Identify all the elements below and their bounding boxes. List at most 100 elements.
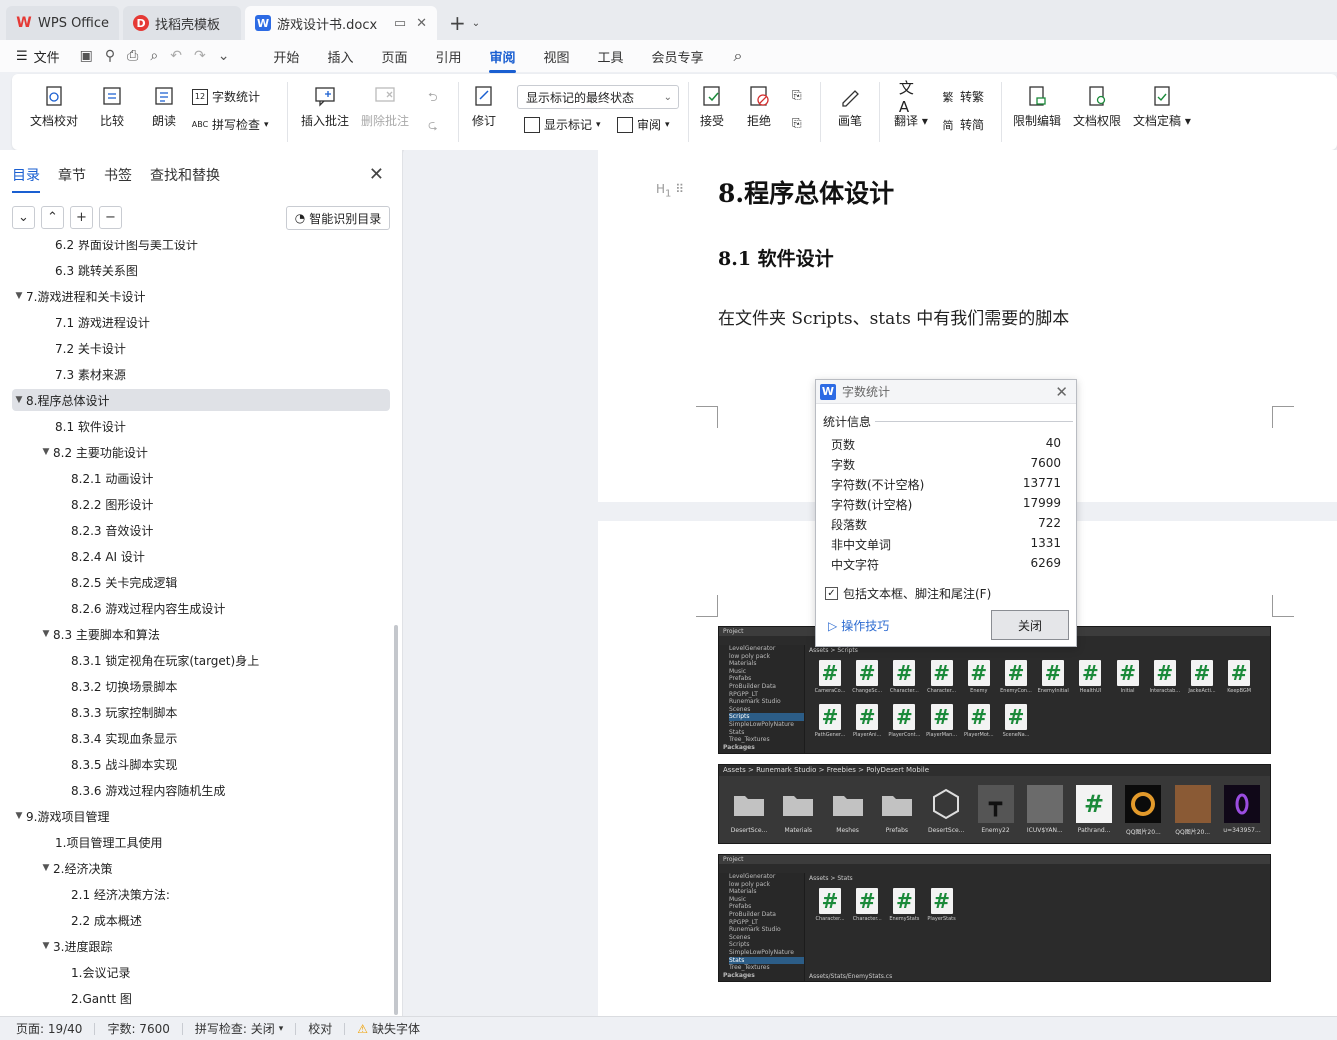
undo-icon[interactable]: ↶ xyxy=(170,48,182,64)
toc-item[interactable]: 8.3.5 战斗脚本实现 xyxy=(12,753,390,775)
menu-page[interactable]: 页面 xyxy=(381,47,407,66)
collapse-up-icon[interactable]: ⌃ xyxy=(41,206,64,229)
toc-item[interactable]: 8.2.4 AI 设计 xyxy=(12,545,390,567)
menu-member[interactable]: 会员专享 xyxy=(652,47,704,66)
read-aloud-button[interactable]: 朗读 xyxy=(152,84,176,129)
revise-button[interactable]: 修订 xyxy=(472,84,496,129)
new-tab-button[interactable]: + ⌄ xyxy=(441,6,488,40)
expand-arrow-icon[interactable]: ▼ xyxy=(39,863,53,873)
close-icon[interactable]: ✕ xyxy=(1055,383,1068,401)
menu-tools[interactable]: 工具 xyxy=(598,47,624,66)
toc-item[interactable]: ▼ 2.经济决策 xyxy=(12,857,390,879)
restrict-edit-button[interactable]: 限制编辑 xyxy=(1013,84,1061,129)
preview-icon[interactable]: ⌕ xyxy=(150,48,158,64)
more-icon[interactable]: ⌄ xyxy=(218,48,230,64)
expand-down-icon[interactable]: ⌄ xyxy=(12,206,35,229)
tips-link[interactable]: ▷ 操作技巧 xyxy=(828,617,889,634)
toc-item[interactable]: 7.1 游戏进程设计 xyxy=(12,311,390,333)
doc-check-button[interactable]: 文档校对 xyxy=(30,84,78,129)
menu-review[interactable]: 审阅 xyxy=(489,47,516,73)
toc-item[interactable]: 8.2.1 动画设计 xyxy=(12,467,390,489)
expand-arrow-icon[interactable]: ▼ xyxy=(39,629,53,639)
pen-button[interactable]: 画笔 xyxy=(838,84,862,129)
file-menu[interactable]: ☰ 文件 xyxy=(16,47,60,66)
toc-item[interactable]: 8.3.1 锁定视角在玩家(target)身上 xyxy=(12,649,390,671)
toc-item[interactable]: ▼ 8.程序总体设计 xyxy=(12,389,390,411)
close-tab-icon[interactable]: ✕ xyxy=(416,16,427,31)
toc-item[interactable]: 8.3.6 游戏过程内容随机生成 xyxy=(12,779,390,801)
prev-comment-icon[interactable]: ⮌ xyxy=(428,88,438,109)
expand-arrow-icon[interactable]: ▼ xyxy=(39,941,53,951)
menu-insert[interactable]: 插入 xyxy=(327,47,353,66)
search-icon[interactable]: ⌕ xyxy=(734,46,743,66)
prev-change-icon[interactable]: ⎘ xyxy=(792,88,802,103)
toc-item[interactable]: ▼ 3.进度跟踪 xyxy=(12,935,390,957)
toc-item[interactable]: 8.3.4 实现血条显示 xyxy=(12,727,390,749)
toc-item[interactable]: 8.3.2 切换场景脚本 xyxy=(12,675,390,697)
word-count-button[interactable]: 12 字数统计 xyxy=(192,88,260,105)
expand-arrow-icon[interactable]: ▼ xyxy=(12,811,26,821)
reject-button[interactable]: 拒绝 xyxy=(747,84,771,129)
toc-item[interactable]: ▼ 7.游戏进程和关卡设计 xyxy=(12,285,390,307)
nav-tab-toc[interactable]: 目录 xyxy=(12,165,40,193)
remove-icon[interactable]: − xyxy=(99,206,122,229)
toc-item[interactable]: 6.2 界面设计图与美工设计 xyxy=(12,240,390,255)
smart-toc-button[interactable]: ◔ 智能识别目录 xyxy=(286,206,390,230)
next-change-icon[interactable]: ⎘ xyxy=(792,116,802,131)
spell-check-button[interactable]: ABC 拼写检查 ▾ xyxy=(192,116,269,133)
include-textbox-checkbox[interactable]: ✓ 包括文本框、脚注和尾注(F) xyxy=(825,585,991,602)
toc-item[interactable]: 1.项目管理工具使用 xyxy=(12,831,390,853)
accept-button[interactable]: 接受 xyxy=(700,84,724,129)
toc-item[interactable]: 8.2.5 关卡完成逻辑 xyxy=(12,571,390,593)
next-comment-icon[interactable]: ⮎ xyxy=(428,116,438,137)
toc-item[interactable]: 8.3.3 玩家控制脚本 xyxy=(12,701,390,723)
to-simplified-button[interactable]: 简 转简 xyxy=(940,116,985,133)
review-pane-button[interactable]: 审阅 ▾ xyxy=(617,116,670,133)
toc-item[interactable]: 6.3 跳转关系图 xyxy=(12,259,390,281)
toc-item[interactable]: 8.2.6 游戏过程内容生成设计 xyxy=(12,597,390,619)
compare-button[interactable]: 比较 xyxy=(100,84,124,129)
redo-icon[interactable]: ↷ xyxy=(194,48,206,64)
close-icon[interactable]: ✕ xyxy=(369,164,384,185)
toc-item[interactable]: 7.2 关卡设计 xyxy=(12,337,390,359)
scrollbar[interactable] xyxy=(394,625,398,1015)
menu-view[interactable]: 视图 xyxy=(544,47,570,66)
expand-arrow-icon[interactable]: ▼ xyxy=(39,447,53,457)
missing-font-indicator[interactable]: ⚠ 缺失字体 xyxy=(357,1020,420,1037)
doc-permission-button[interactable]: 文档权限 xyxy=(1073,84,1121,129)
toc-item[interactable]: ▼ 8.2 主要功能设计 xyxy=(12,441,390,463)
expand-arrow-icon[interactable]: ▼ xyxy=(12,395,26,405)
toc-item[interactable]: 2.2 成本概述 xyxy=(12,909,390,931)
toc-item[interactable]: ▼ 9.游戏项目管理 xyxy=(12,805,390,827)
toc-item[interactable]: 1.会议记录 xyxy=(12,961,390,983)
toc-item[interactable]: 8.1 软件设计 xyxy=(12,415,390,437)
nav-tab-find-replace[interactable]: 查找和替换 xyxy=(150,165,220,185)
expand-arrow-icon[interactable]: ▼ xyxy=(12,291,26,301)
translate-button[interactable]: 文A 翻译 ▾ xyxy=(894,79,928,129)
nav-tab-chapter[interactable]: 章节 xyxy=(58,165,86,185)
tab-template[interactable]: D 找稻壳模板 xyxy=(123,6,242,40)
word-count-indicator[interactable]: 字数: 7600 xyxy=(107,1020,169,1037)
link-icon[interactable]: ⚲ xyxy=(105,48,115,64)
toc-item[interactable]: 2.1 经济决策方法: xyxy=(12,883,390,905)
nav-tab-bookmark[interactable]: 书签 xyxy=(104,165,132,185)
toc-item[interactable]: 2.Gantt 图 xyxy=(12,987,390,1009)
toc-item[interactable]: 8.2.2 图形设计 xyxy=(12,493,390,515)
insert-comment-button[interactable]: 插入批注 xyxy=(301,84,349,129)
tab-wps-office[interactable]: W WPS Office xyxy=(6,6,120,40)
toc-item[interactable]: ▼ 8.3 主要脚本和算法 xyxy=(12,623,390,645)
show-markup-button[interactable]: 显示标记 ▾ xyxy=(524,116,601,133)
window-icon[interactable]: ▭ xyxy=(394,16,406,31)
tab-document[interactable]: W 游戏设计书.docx ▭ ✕ xyxy=(245,6,438,40)
menu-start[interactable]: 开始 xyxy=(273,47,299,66)
proofread-indicator[interactable]: 校对 xyxy=(308,1020,332,1037)
print-icon[interactable]: ⎙ xyxy=(127,48,138,64)
add-icon[interactable]: + xyxy=(70,206,93,229)
page-indicator[interactable]: 页面: 19/40 xyxy=(16,1020,82,1037)
save-icon[interactable]: ▣ xyxy=(80,48,93,64)
delete-comment-button[interactable]: 删除批注 xyxy=(361,84,409,129)
close-button[interactable]: 关闭 xyxy=(991,610,1069,640)
markup-state-select[interactable]: 显示标记的最终状态 ⌄ xyxy=(517,85,679,109)
heading-marker-icon[interactable]: H1 ⠿ xyxy=(656,182,684,199)
to-traditional-button[interactable]: 繁 转繁 xyxy=(940,88,985,105)
